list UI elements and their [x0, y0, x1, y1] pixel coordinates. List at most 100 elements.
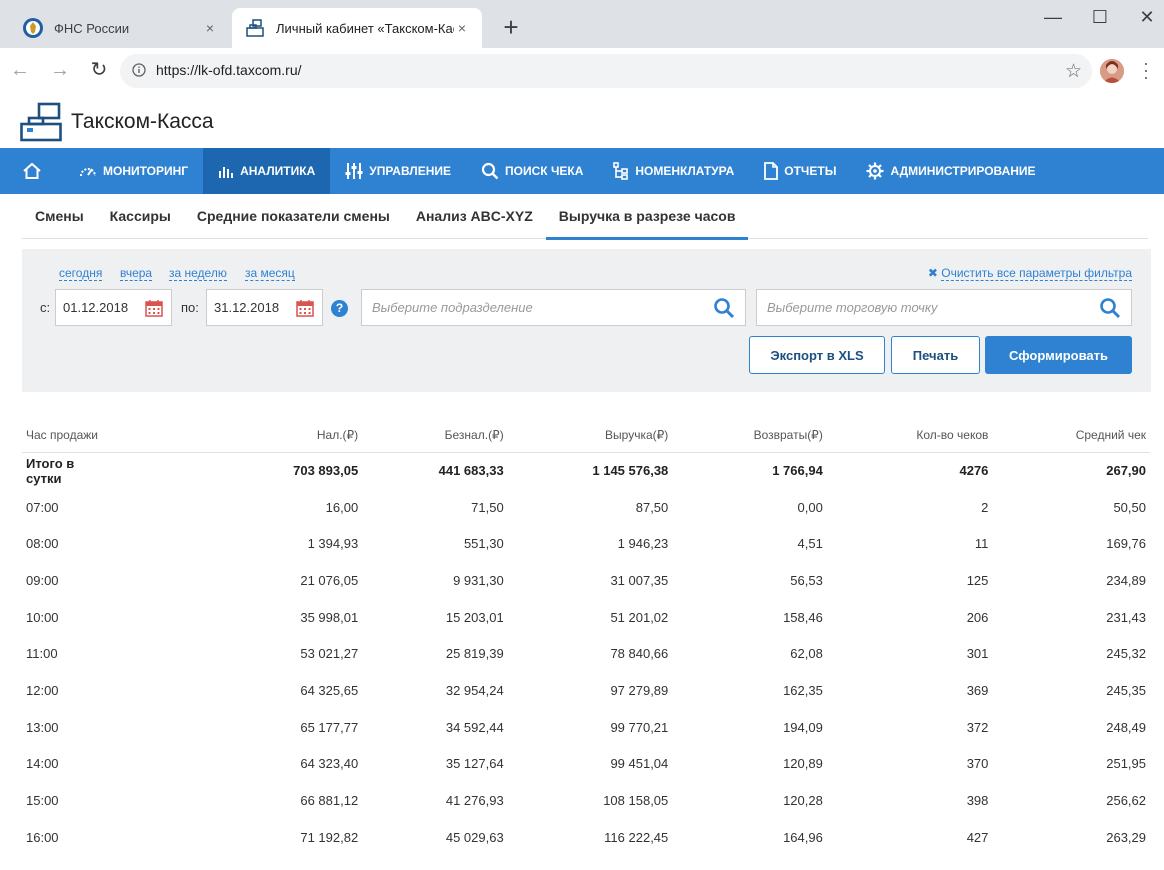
tab-shifts[interactable]: Смены [22, 194, 97, 238]
quick-today-link[interactable]: сегодня [59, 266, 103, 281]
tab-abc-xyz[interactable]: Анализ ABC-XYZ [403, 194, 546, 238]
column-header[interactable]: Нал.(₽) [102, 418, 359, 453]
tab-hourly-revenue[interactable]: Выручка в разрезе часов [545, 194, 749, 240]
url-text[interactable]: https://lk-ofd.taxcom.ru/ [156, 62, 302, 78]
table-cell: 256,62 [1106, 793, 1146, 809]
bookmark-star-icon[interactable]: ☆ [1065, 60, 1082, 83]
nav-receipt-search[interactable]: Поиск чека [466, 148, 598, 194]
calendar-icon[interactable] [145, 299, 163, 317]
cash-register-icon [244, 17, 266, 39]
table-cell: 71,50 [471, 499, 504, 515]
column-header[interactable]: Выручка(₽) [503, 418, 669, 453]
nav-administration[interactable]: Администрирование [851, 148, 1050, 194]
app-header: Такском-Касса [0, 94, 1164, 148]
browser-toolbar: ← → ↻ https://lk-ofd.taxcom.ru/ ☆ · · · [0, 48, 1164, 94]
table-cell: 51 201,02 [610, 609, 669, 625]
table-cell: 158,46 [783, 609, 823, 625]
help-icon[interactable]: ? [331, 300, 348, 317]
browser-tab-taxcom[interactable]: Личный кабинет «Такском-Касса» × [232, 8, 482, 48]
point-search-field[interactable]: Выберите торговую точку [756, 289, 1132, 326]
home-icon [22, 162, 42, 180]
table-cell: 1 766,94 [772, 463, 823, 479]
column-header[interactable]: Средний чек [988, 418, 1150, 453]
quick-yesterday-link[interactable]: вчера [120, 266, 153, 281]
column-header[interactable]: Возвраты(₽) [668, 418, 823, 453]
new-tab-button[interactable]: + [498, 14, 524, 40]
table-cell: 369 [966, 682, 989, 698]
date-to-field[interactable]: 31.12.2018 [206, 289, 323, 326]
export-xls-button[interactable]: Экспорт в XLS [749, 336, 885, 374]
nav-analytics[interactable]: Аналитика [203, 148, 331, 194]
table-cell: 1 145 576,38 [592, 463, 669, 479]
tab-cashiers[interactable]: Кассиры [97, 194, 184, 238]
browser-tab-fns[interactable]: ФНС России × [10, 8, 230, 48]
table-cell: 12:00 [26, 682, 59, 698]
nav-monitoring[interactable]: Мониторинг [64, 148, 203, 194]
analytics-subtabs: Смены Кассиры Средние показатели смены А… [22, 194, 1148, 240]
table-cell: 71 192,82 [300, 829, 359, 845]
table-cell: 427 [966, 829, 989, 845]
table-cell: 108 158,05 [603, 793, 669, 809]
forward-arrow-icon[interactable]: → [48, 58, 72, 82]
table-cell: 263,29 [1106, 829, 1146, 845]
table-cell: 9 931,30 [453, 572, 504, 588]
table-cell: 21 076,05 [300, 572, 359, 588]
clear-filters-link[interactable]: ✖ Очистить все параметры фильтра [928, 266, 1132, 281]
table-row: 07:00 16,00 71,50 87,50 0,00 2 50,50 [22, 489, 1150, 526]
back-arrow-icon[interactable]: ← [8, 58, 32, 82]
window-close-icon[interactable]: ✕ [1134, 4, 1160, 30]
generate-button[interactable]: Сформировать [985, 336, 1132, 374]
address-bar[interactable]: https://lk-ofd.taxcom.ru/ ☆ [120, 54, 1092, 88]
quick-month-link[interactable]: за месяц [245, 266, 295, 281]
table-total-row: Итого в сутки 703 893,05 441 683,33 1 14… [22, 452, 1150, 489]
table-cell: 35 998,01 [300, 609, 359, 625]
table-cell: 120,28 [783, 793, 823, 809]
table-cell: 194,09 [783, 719, 823, 735]
table-cell: 15:00 [26, 793, 59, 809]
date-to-value: 31.12.2018 [214, 300, 280, 315]
search-icon[interactable] [713, 297, 735, 319]
point-placeholder: Выберите торговую точку [767, 300, 938, 315]
close-icon[interactable]: × [454, 20, 470, 36]
browser-menu-icon[interactable]: · · · [1140, 54, 1152, 86]
tab-shift-averages[interactable]: Средние показатели смены [184, 194, 403, 238]
table-cell: 14:00 [26, 756, 59, 772]
table-row: 10:00 35 998,01 15 203,01 51 201,02 158,46 20… [22, 599, 1150, 636]
minimize-icon[interactable]: — [1040, 4, 1066, 30]
search-icon[interactable] [1099, 297, 1121, 319]
table-cell: 25 819,39 [445, 646, 504, 662]
reload-icon[interactable]: ↻ [87, 58, 111, 82]
table-cell: 87,50 [635, 499, 669, 515]
table-cell: 45 029,63 [445, 829, 504, 845]
avatar[interactable] [1100, 59, 1124, 83]
date-from-field[interactable]: 01.12.2018 [55, 289, 172, 326]
nav-management[interactable]: Управление [330, 148, 466, 194]
tab-title: ФНС России [54, 20, 130, 36]
column-header[interactable]: Час продажи [22, 418, 103, 453]
calendar-icon[interactable] [296, 299, 314, 317]
table-row: 13:00 65 177,77 34 592,44 99 770,21 194,09 37… [22, 709, 1150, 746]
table-cell: 10:00 [26, 609, 59, 625]
table-cell: 125 [966, 572, 989, 588]
maximize-icon[interactable]: ☐ [1087, 4, 1113, 30]
nav-nomenclature[interactable]: Номенклатура [598, 148, 749, 194]
column-header[interactable]: Безнал.(₽) [358, 418, 504, 453]
table-cell: 99 770,21 [610, 719, 669, 735]
table-cell: 248,49 [1106, 719, 1146, 735]
table-cell: 16:00 [26, 829, 59, 845]
close-icon[interactable]: × [202, 20, 218, 36]
column-header[interactable]: Кол-во чеков [822, 418, 989, 453]
quick-week-link[interactable]: за неделю [169, 266, 227, 281]
info-icon [132, 63, 146, 77]
table-cell: 53 021,27 [300, 646, 359, 662]
table-cell: 162,35 [783, 682, 823, 698]
nav-reports[interactable]: Отчеты [749, 148, 851, 194]
print-button[interactable]: Печать [891, 336, 980, 374]
table-cell: 16,00 [325, 499, 359, 515]
division-search-field[interactable]: Выберите подразделение [361, 289, 746, 326]
table-cell: 31 007,35 [610, 572, 669, 588]
table-cell: 398 [966, 793, 989, 809]
date-to-label: по: [181, 300, 199, 315]
table-header-row: Час продажи Нал.(₽) Безнал.(₽) Выручка(₽… [22, 418, 1150, 453]
nav-home[interactable] [0, 148, 64, 194]
